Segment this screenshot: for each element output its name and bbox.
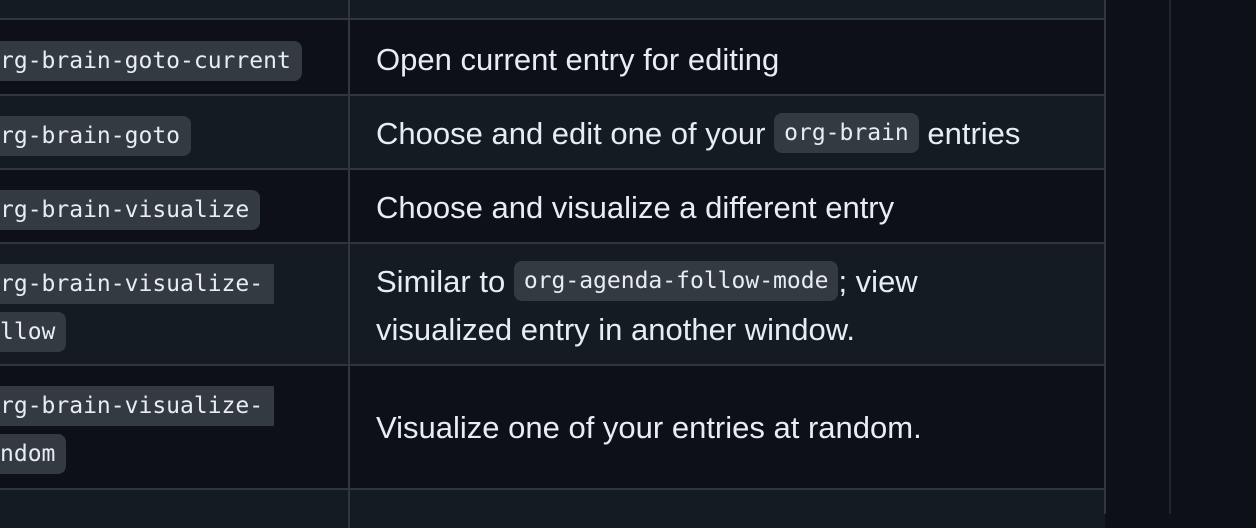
table-right-border [1104, 0, 1106, 514]
table-row [0, 488, 1105, 528]
command-code: rg-brain-goto-current [0, 41, 302, 81]
command-description: Visualize one of your entries at random. [376, 410, 922, 445]
table-row: rg-brain-visualize Choose and visualize … [0, 168, 1105, 242]
table-row [0, 0, 1105, 20]
command-code: ndom [0, 434, 67, 474]
command-code: rg-brain-visualize- [0, 386, 275, 426]
table-row: rg-brain-visualize- llow Similar to org-… [0, 242, 1105, 364]
readme-page: rg-brain-goto-current Open current entry… [0, 0, 1256, 528]
command-description-line2: visualized entry in another window. [376, 312, 856, 347]
command-code: rg-brain-goto [0, 116, 192, 156]
command-code: rg-brain-visualize [0, 190, 261, 230]
command-description: Similar to org-agenda-follow-mode; view [376, 258, 918, 306]
inline-code: org-brain [774, 112, 919, 153]
table-row: rg-brain-visualize- ndom Visualize one o… [0, 364, 1105, 488]
inline-code: org-agenda-follow-mode [513, 260, 839, 301]
command-description: Choose and edit one of your org-brain en… [376, 110, 1020, 158]
table-row: rg-brain-goto-current Open current entry… [0, 18, 1105, 94]
sidebar-divider [1169, 0, 1171, 514]
command-code: rg-brain-visualize- [0, 264, 275, 304]
table-row: rg-brain-goto Choose and edit one of you… [0, 94, 1105, 168]
command-description: Choose and visualize a different entry [376, 190, 895, 225]
command-description: Open current entry for editing [376, 42, 780, 77]
command-code: llow [0, 312, 67, 352]
